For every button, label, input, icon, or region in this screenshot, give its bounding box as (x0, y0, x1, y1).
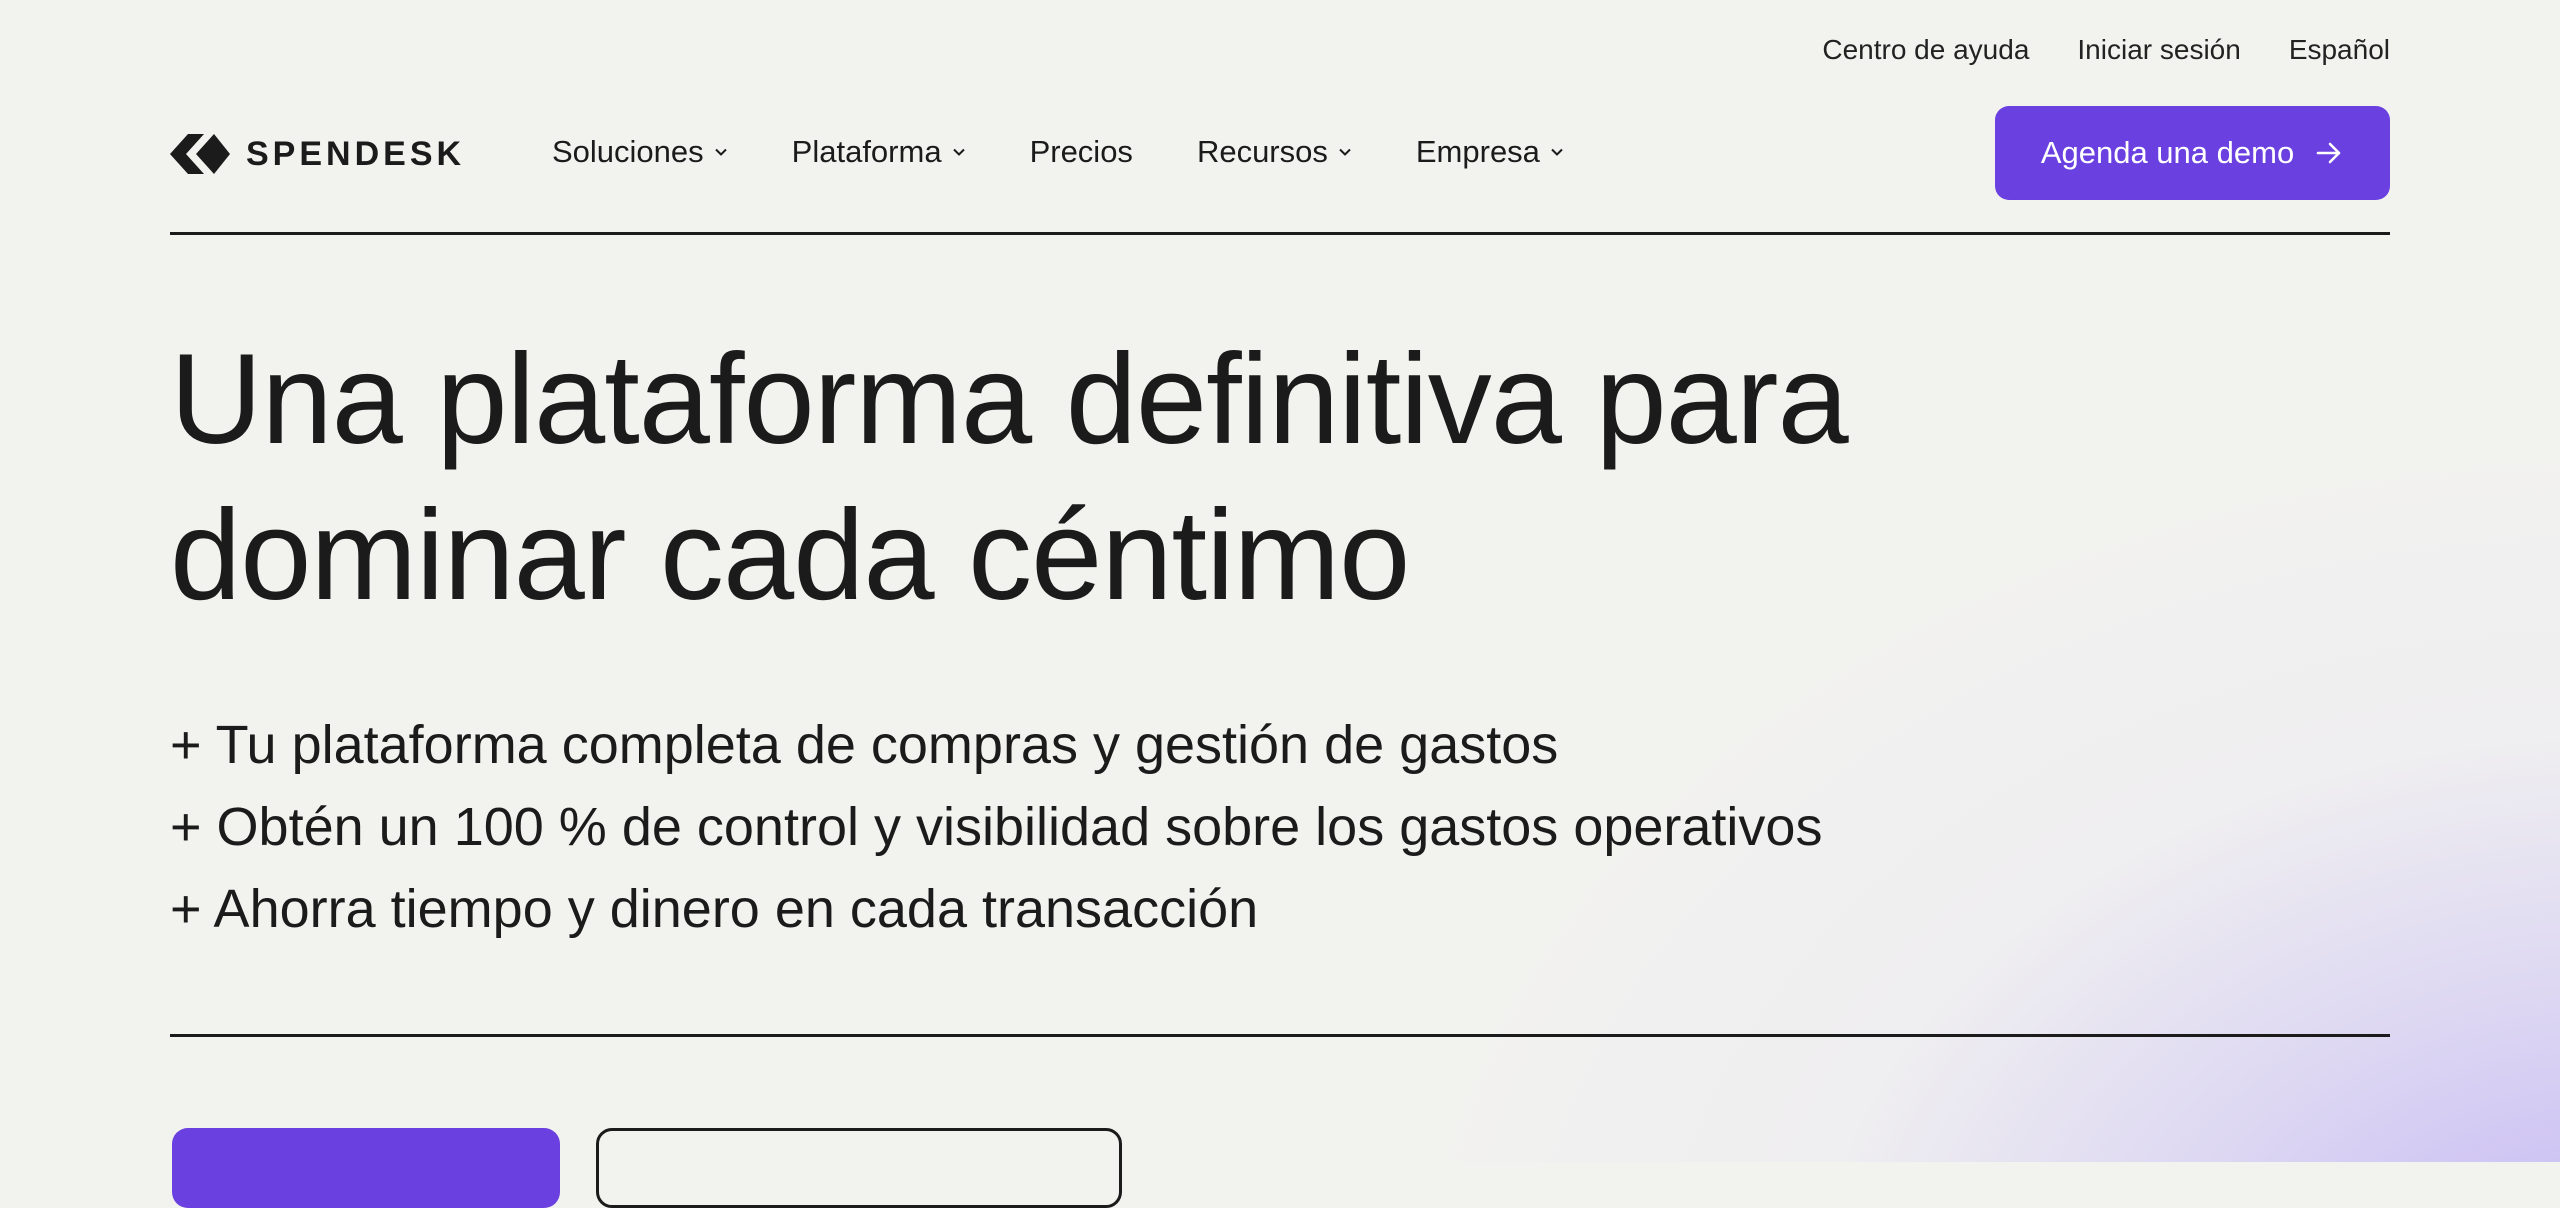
chevron-down-icon (1339, 148, 1351, 156)
spendesk-logo-icon (170, 134, 230, 174)
chevron-down-icon (952, 148, 965, 156)
benefit-item: + Obtén un 100 % de control y visibilida… (170, 797, 1823, 857)
brand-logo[interactable]: SPENDESK (170, 132, 465, 176)
hero-primary-button[interactable] (172, 1128, 560, 1208)
hero-benefits-list: + Tu plataforma completa de compras y ge… (170, 704, 1822, 950)
header-divider (170, 232, 2390, 235)
arrow-right-icon (2316, 142, 2341, 164)
login-link[interactable]: Iniciar sesión (2077, 34, 2240, 66)
chevron-down-icon (1551, 148, 1563, 156)
main-navbar: SPENDESK Soluciones Plataforma Precios R… (170, 106, 2390, 202)
hero-title-line-1: Una plataforma definitiva para (170, 328, 1849, 471)
benefit-item: + Tu plataforma completa de compras y ge… (170, 715, 1559, 775)
language-selector[interactable]: Español (2289, 34, 2390, 66)
page-container: Centro de ayuda Iniciar sesión Español S… (170, 0, 2390, 1208)
nav-item-recursos[interactable]: Recursos (1197, 134, 1352, 170)
hero-title: Una plataforma definitiva para dominar c… (170, 322, 1849, 634)
nav-item-empresa[interactable]: Empresa (1416, 134, 1564, 170)
nav-item-label: Empresa (1415, 134, 1540, 169)
help-center-link[interactable]: Centro de ayuda (1822, 34, 2029, 66)
nav-item-label: Plataforma (791, 134, 942, 169)
hero-divider (170, 1034, 2390, 1037)
book-demo-label: Agenda una demo (2040, 135, 2295, 170)
utility-nav: Centro de ayuda Iniciar sesión Español (1822, 34, 2390, 66)
brand-name: SPENDESK (246, 134, 466, 173)
chevron-down-icon (714, 148, 727, 156)
nav-item-plataforma[interactable]: Plataforma (792, 134, 966, 170)
nav-item-label: Recursos (1196, 134, 1328, 169)
book-demo-button[interactable]: Agenda una demo (1995, 106, 2390, 200)
nav-item-label: Precios (1029, 134, 1133, 169)
benefit-item: + Ahorra tiempo y dinero en cada transac… (170, 879, 1259, 939)
primary-nav: Soluciones Plataforma Precios Recursos E… (552, 134, 1564, 170)
hero-secondary-button[interactable] (596, 1128, 1122, 1208)
nav-item-soluciones[interactable]: Soluciones (552, 134, 728, 170)
hero-title-line-2: dominar cada céntimo (170, 484, 1410, 627)
nav-item-label: Soluciones (552, 134, 704, 169)
nav-item-precios[interactable]: Precios (1030, 134, 1133, 170)
